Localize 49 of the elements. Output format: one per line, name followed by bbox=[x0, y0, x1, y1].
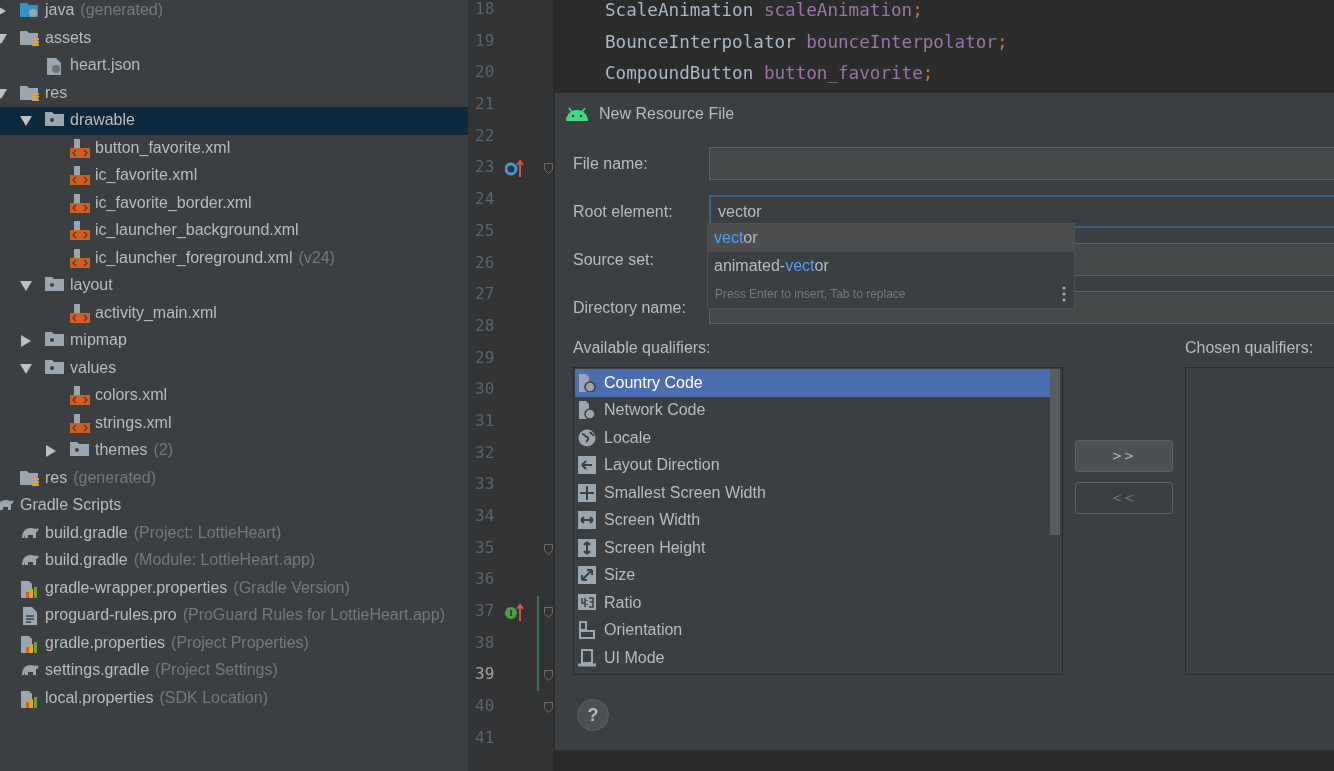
file-note: (Project Properties) bbox=[171, 633, 309, 652]
file-name: layout bbox=[70, 276, 113, 294]
list-label: Available qualifiers: bbox=[573, 339, 711, 356]
file-note: (ProGuard Rules for LottieHeart.app) bbox=[182, 606, 445, 624]
file-name: proguard-rules.pro bbox=[45, 606, 177, 624]
field-label: Source set: bbox=[573, 249, 655, 270]
file-note: (SDK Location) bbox=[159, 688, 268, 707]
file-name: strings.xml bbox=[95, 413, 172, 432]
file-name: ic_favorite_border.xml bbox=[95, 193, 252, 212]
code-line: BounceInterpolator bounceInterpolator; bbox=[605, 30, 1009, 54]
field-label: File name: bbox=[573, 153, 649, 174]
completion-hint: Press Enter to insert, Tab to replace bbox=[715, 287, 906, 301]
field-label: Directory name: bbox=[573, 297, 687, 318]
file-note: (Project: LottieHeart) bbox=[133, 523, 282, 542]
file-name: gradle-wrapper.properties bbox=[45, 578, 228, 597]
file-name: drawable bbox=[70, 111, 135, 129]
file-name: local.properties bbox=[45, 688, 154, 707]
file-name: res bbox=[45, 468, 68, 487]
file-name: build.gradle bbox=[45, 523, 128, 542]
file-name: heart.json bbox=[70, 56, 141, 74]
file-note: (generated) bbox=[73, 468, 156, 487]
line-number: 39 bbox=[475, 664, 495, 684]
file-name: colors.xml bbox=[95, 386, 167, 404]
field-label: Root element: bbox=[573, 201, 674, 222]
file-name: ic_launcher_background.xml bbox=[95, 221, 299, 239]
file-name: gradle.properties bbox=[45, 633, 166, 652]
file-note: (v24) bbox=[298, 248, 335, 267]
file-name: settings.gradle bbox=[45, 661, 150, 679]
file-note: (Module: LottieHeart.app) bbox=[133, 551, 316, 569]
file-name: themes bbox=[95, 441, 148, 459]
file-name: java bbox=[45, 1, 75, 19]
file-name: Gradle Scripts bbox=[20, 496, 122, 514]
file-name: activity_main.xml bbox=[95, 303, 217, 322]
file-name: res bbox=[45, 83, 68, 102]
list-label: Chosen qualifiers: bbox=[1185, 339, 1314, 356]
dialog-title: New Resource File bbox=[599, 105, 735, 123]
file-name: ic_favorite.xml bbox=[95, 166, 198, 184]
file-name: ic_launcher_foreground.xml bbox=[95, 248, 293, 267]
file-name: build.gradle bbox=[45, 551, 128, 569]
file-name: values bbox=[70, 358, 117, 377]
file-note: (generated) bbox=[80, 1, 164, 19]
file-name: assets bbox=[45, 28, 92, 47]
file-note: (Project Settings) bbox=[155, 661, 278, 679]
file-name: mipmap bbox=[70, 331, 127, 349]
file-name: button_favorite.xml bbox=[95, 138, 231, 157]
file-note: (Gradle Version) bbox=[233, 578, 350, 597]
code-line: ScaleAnimation scaleAnimation; bbox=[605, 0, 924, 22]
file-note: (2) bbox=[153, 441, 174, 459]
code-line: CompoundButton button_favorite; bbox=[605, 62, 935, 86]
